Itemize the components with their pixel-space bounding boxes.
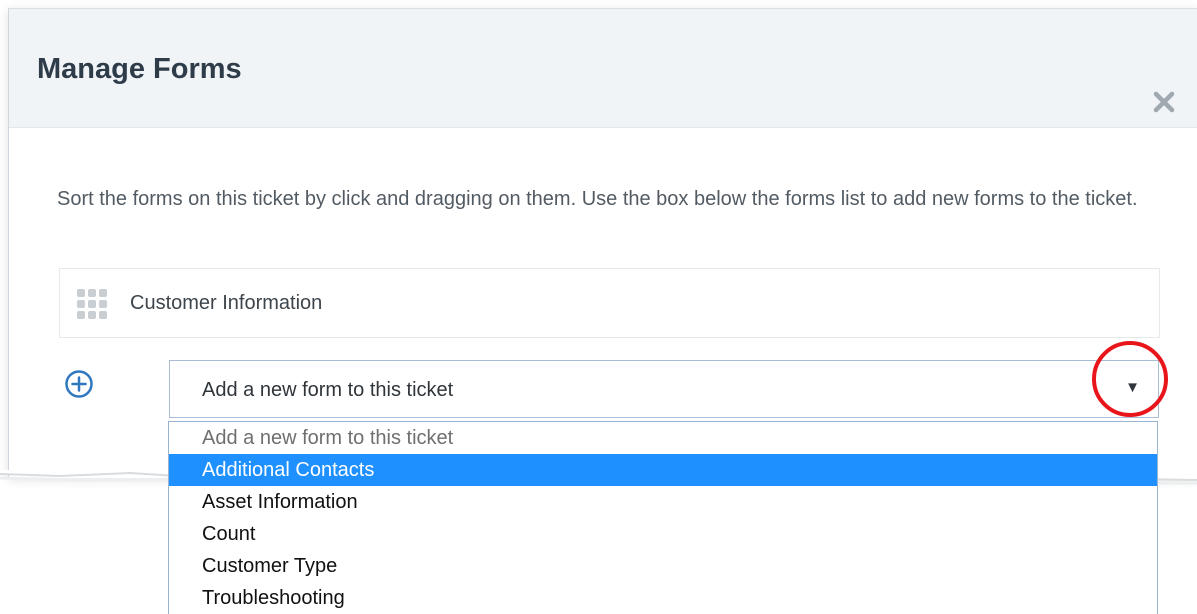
- dialog-header: Manage Forms: [9, 9, 1197, 128]
- close-button[interactable]: [1149, 87, 1179, 117]
- dropdown-option[interactable]: Asset Information: [169, 486, 1157, 518]
- screenshot-stage: Manage Forms Sort the forms on this tick…: [0, 0, 1197, 614]
- instructions-text: Sort the forms on this ticket by click a…: [57, 188, 1138, 210]
- dropdown-option[interactable]: Additional Contacts: [169, 454, 1157, 486]
- add-form-dropdown-list: Add a new form to this ticket Additional…: [168, 421, 1158, 614]
- drag-handle-icon[interactable]: [75, 287, 109, 321]
- chevron-down-icon[interactable]: ▼: [1125, 379, 1140, 396]
- add-form-select-value: Add a new form to this ticket: [202, 379, 454, 401]
- dialog-title: Manage Forms: [37, 53, 242, 85]
- dropdown-option[interactable]: Count: [169, 518, 1157, 550]
- dropdown-option[interactable]: Customer Type: [169, 550, 1157, 582]
- add-form-select[interactable]: Add a new form to this ticket ▼: [169, 360, 1159, 418]
- form-list-label: Customer Information: [130, 292, 323, 314]
- dropdown-option[interactable]: Add a new form to this ticket: [169, 422, 1157, 454]
- form-list-item[interactable]: Customer Information: [59, 268, 1160, 338]
- close-icon: [1153, 91, 1175, 113]
- dropdown-option[interactable]: Troubleshooting: [169, 582, 1157, 614]
- add-circle-icon[interactable]: [63, 368, 95, 400]
- manage-forms-dialog: Manage Forms Sort the forms on this tick…: [8, 8, 1197, 478]
